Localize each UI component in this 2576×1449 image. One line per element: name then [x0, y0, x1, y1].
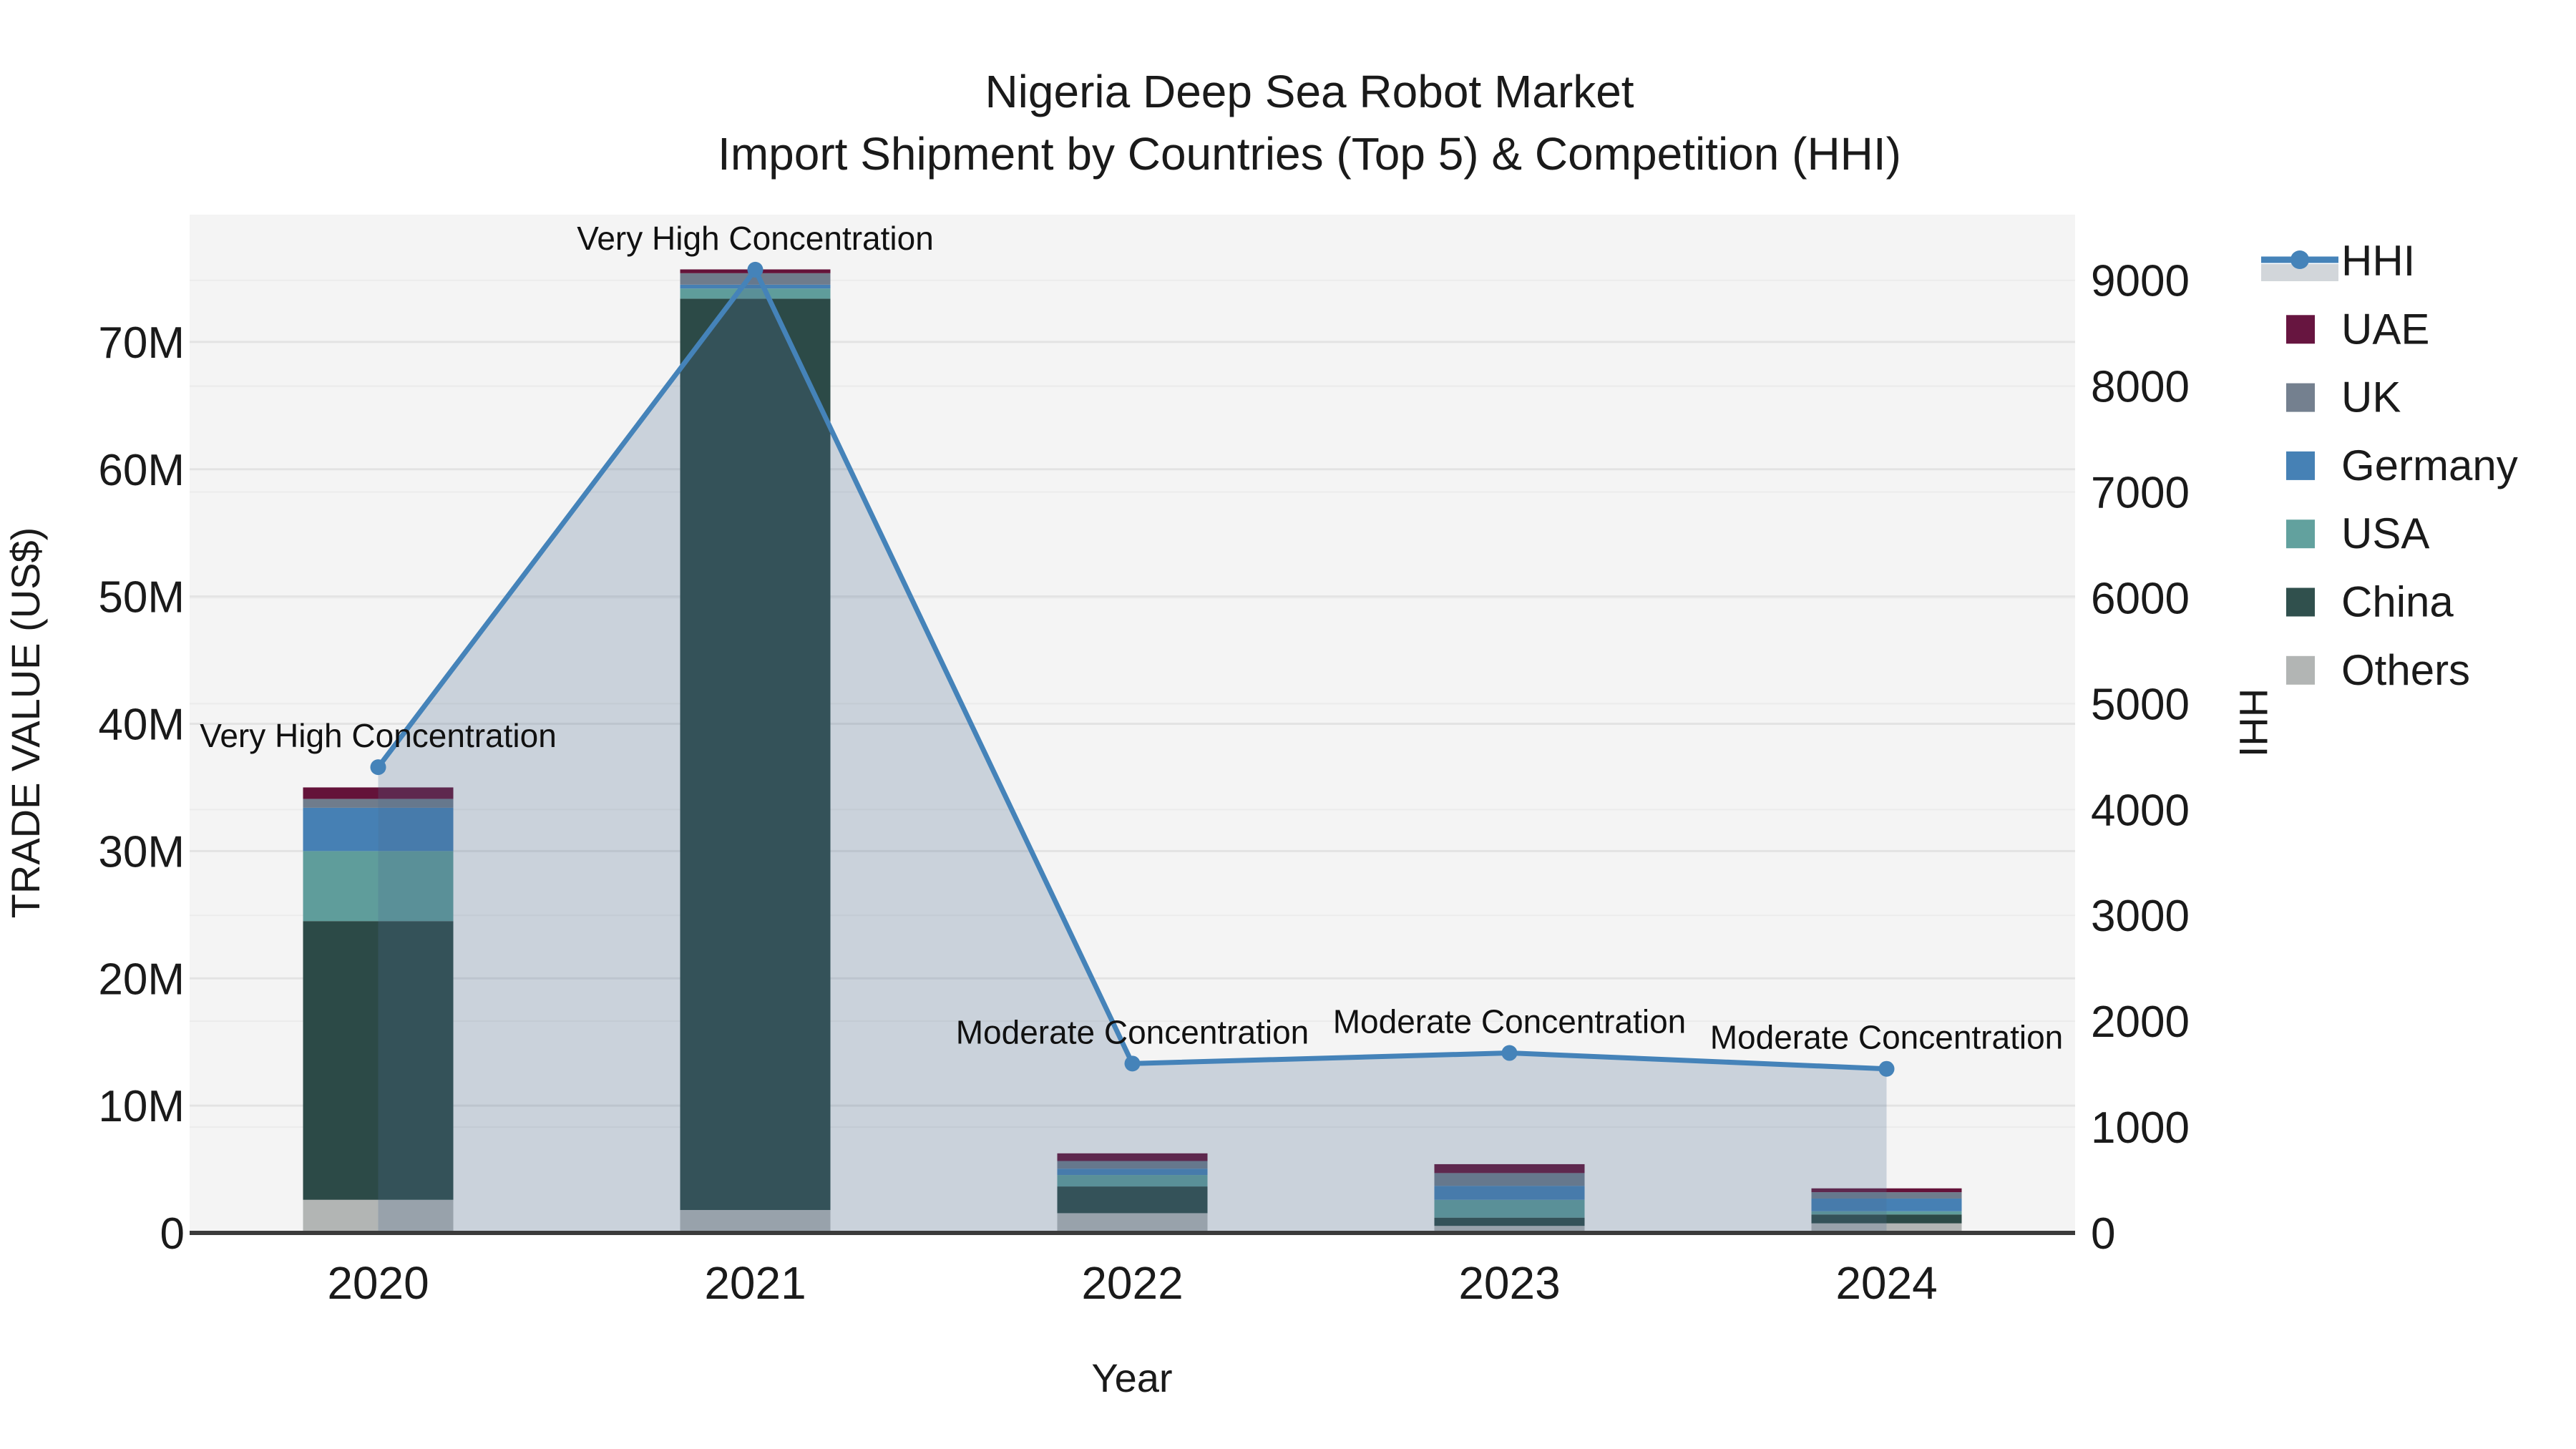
y-tick-label: 50M	[98, 573, 185, 623]
legend-color-swatch	[2286, 451, 2315, 480]
chart-canvas: Very High Concentration Very High Concent…	[3, 66, 2518, 1400]
hhi-marker-2020	[370, 759, 386, 776]
annotation-2021: Very High Concentration	[577, 220, 934, 257]
legend-label: USA	[2341, 509, 2429, 557]
legend-item-others[interactable]: Others	[2286, 646, 2470, 694]
legend-marker-icon	[2290, 250, 2309, 269]
hhi-marker-2023	[1501, 1045, 1518, 1061]
chart-title-line1: Nigeria Deep Sea Robot Market	[985, 66, 1634, 117]
y2-tick-label: 2000	[2091, 997, 2190, 1047]
legend-item-uae[interactable]: UAE	[2286, 305, 2429, 353]
legend-item-germany[interactable]: Germany	[2286, 441, 2518, 489]
y-tick-label: 60M	[98, 446, 185, 495]
y-tick-label: 70M	[98, 318, 185, 368]
annotation-2024: Moderate Concentration	[1710, 1019, 2064, 1056]
x-tick-label-2022: 2022	[1081, 1257, 1183, 1309]
y2-tick-label: 6000	[2091, 574, 2190, 623]
y2-tick-label: 3000	[2091, 892, 2190, 941]
y-tick-label: 30M	[98, 827, 185, 877]
y2-tick-label: 5000	[2091, 680, 2190, 729]
y-tick-label: 20M	[98, 955, 185, 1004]
legend-color-swatch	[2286, 383, 2315, 412]
annotation-2023: Moderate Concentration	[1333, 1003, 1687, 1040]
y2-tick-label: 8000	[2091, 363, 2190, 412]
y2-tick-label: 0	[2091, 1209, 2115, 1259]
chart-title-line2: Import Shipment by Countries (Top 5) & C…	[718, 128, 1901, 180]
legend-label: UK	[2341, 374, 2401, 421]
x-axis-title: Year	[1091, 1355, 1172, 1400]
y-axis-title: TRADE VALUE (US$)	[3, 527, 48, 919]
y2-tick-label: 7000	[2091, 469, 2190, 518]
right-axis-tick-labels: 0 1000 2000 3000 4000 5000 6000 7000 8000 9000	[2091, 257, 2190, 1259]
legend-label: UAE	[2341, 305, 2429, 353]
legend-color-swatch	[2286, 519, 2315, 549]
y2-tick-label: 1000	[2091, 1103, 2190, 1153]
legend-label: HHI	[2341, 237, 2415, 285]
legend-color-swatch	[2286, 587, 2315, 617]
y-tick-label: 40M	[98, 701, 185, 750]
legend: HHI UAE UK Germany USA China Others	[2261, 237, 2518, 694]
y2-axis-title: HHI	[2231, 688, 2276, 757]
x-tick-label-2023: 2023	[1458, 1257, 1560, 1309]
hhi-marker-2022	[1124, 1055, 1141, 1072]
legend-item-usa[interactable]: USA	[2286, 509, 2429, 557]
y2-tick-label: 4000	[2091, 786, 2190, 835]
annotation-2022: Moderate Concentration	[956, 1013, 1309, 1050]
x-axis-tick-labels: 2020 2021 2022 2023 2024	[327, 1257, 1937, 1309]
legend-label: China	[2341, 578, 2454, 626]
annotation-2020: Very High Concentration	[200, 717, 557, 754]
x-tick-label-2020: 2020	[327, 1257, 429, 1309]
legend-item-uk[interactable]: UK	[2286, 374, 2401, 421]
chart-figure: Very High Concentration Very High Concent…	[0, 0, 2576, 1449]
legend-color-swatch	[2286, 655, 2315, 685]
left-axis-tick-labels: 0 10M 20M 30M 40M 50M 60M 70M	[98, 318, 185, 1259]
hhi-marker-2021	[747, 261, 763, 278]
legend-label: Others	[2341, 646, 2470, 694]
hhi-marker-2024	[1878, 1060, 1895, 1077]
x-tick-label-2024: 2024	[1835, 1257, 1937, 1309]
legend-item-hhi[interactable]: HHI	[2261, 237, 2415, 285]
legend-color-swatch	[2286, 315, 2315, 344]
x-tick-label-2021: 2021	[704, 1257, 806, 1309]
legend-item-china[interactable]: China	[2286, 578, 2454, 626]
y2-tick-label: 9000	[2091, 257, 2190, 306]
legend-label: Germany	[2341, 441, 2518, 489]
y-tick-label: 10M	[98, 1082, 185, 1131]
y-tick-label: 0	[160, 1209, 185, 1259]
